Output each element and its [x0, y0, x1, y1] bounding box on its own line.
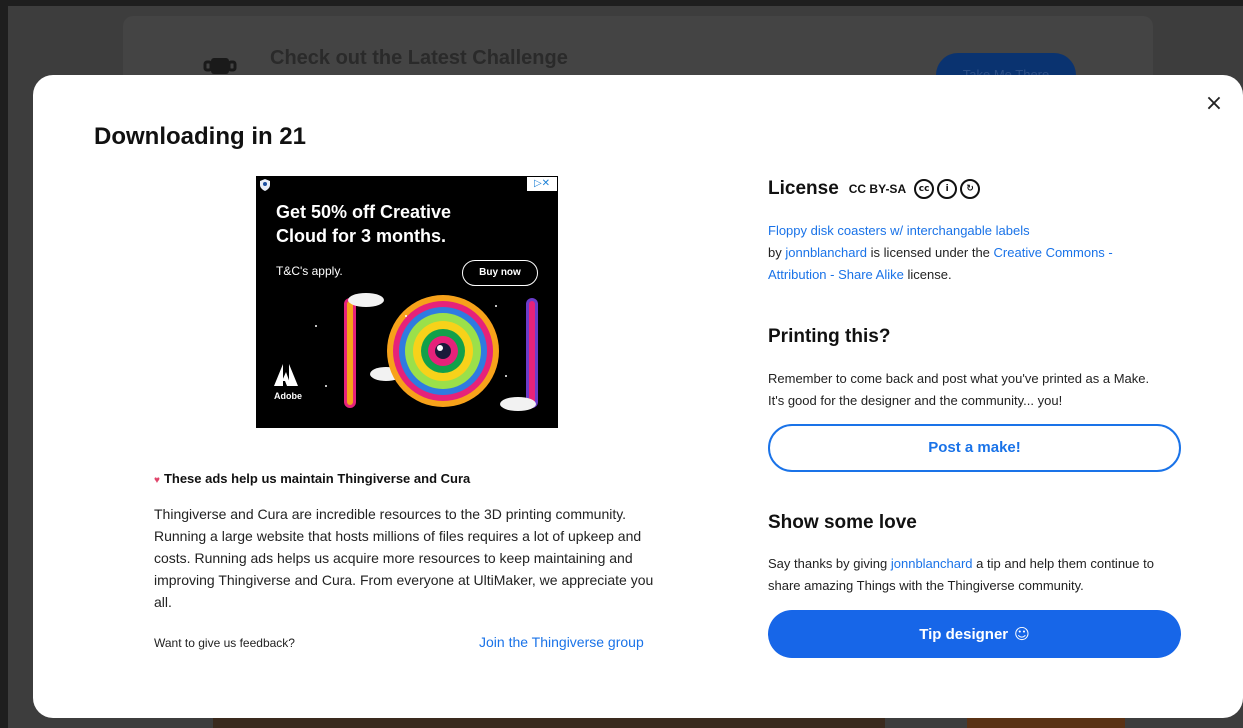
- show-some-love-text: Say thanks by giving jonnblanchard a tip…: [768, 556, 1154, 593]
- license-heading: License CC BY-SA cc i ↻: [768, 178, 981, 200]
- ad-headline: Get 50% off Creative Cloud for 3 months.: [276, 202, 452, 246]
- trophy-icon: [203, 58, 237, 74]
- ad-wheel-artwork: [256, 286, 558, 428]
- feedback-label: Want to give us feedback?: [154, 636, 295, 650]
- author-link[interactable]: jonnblanchard: [785, 245, 867, 260]
- tip-designer-label: Tip designer: [919, 626, 1009, 643]
- close-icon[interactable]: ×: [1203, 93, 1225, 115]
- license-code: CC BY-SA: [848, 182, 907, 196]
- ads-help-body: Thingiverse and Cura are incredible reso…: [154, 506, 654, 610]
- background-topbar: [0, 0, 1243, 6]
- show-some-love-title: Show some love: [768, 512, 917, 533]
- cc-icon: cc: [914, 179, 935, 199]
- printing-title: Printing this?: [768, 326, 891, 347]
- ads-help-heading: ♥ These ads help us maintain Thingiverse …: [154, 471, 471, 486]
- ad-terms: T&C's apply.: [276, 264, 343, 278]
- ad-brand-label: Adobe: [274, 391, 302, 401]
- tip-designer-button[interactable]: Tip designer ☺: [768, 610, 1181, 658]
- smile-icon: ☺: [1014, 625, 1030, 643]
- ad-buy-now-button[interactable]: Buy now: [462, 260, 538, 286]
- background-left-strip: [0, 0, 8, 728]
- heart-icon: ♥: [154, 475, 160, 486]
- background-thumbnail: [213, 718, 885, 728]
- thing-link[interactable]: Floppy disk coasters w/ interchangable l…: [768, 223, 1030, 238]
- license-title: License: [768, 178, 839, 199]
- join-thingiverse-group-link[interactable]: Join the Thingiverse group: [479, 634, 644, 650]
- printing-text: Remember to come back and post what you'…: [768, 371, 1150, 408]
- share-alike-icon: ↻: [960, 179, 981, 199]
- ad-choices-icon[interactable]: ▷✕: [527, 177, 557, 191]
- advertisement[interactable]: ▷✕ Get 50% off Creative Cloud for 3 mont…: [256, 176, 558, 428]
- adobe-logo: Adobe: [274, 364, 304, 401]
- downloading-title: Downloading in 21: [94, 123, 307, 150]
- shield-icon: [260, 179, 270, 191]
- banner-title: Check out the Latest Challenge: [270, 47, 568, 69]
- author-link[interactable]: jonnblanchard: [891, 556, 973, 571]
- download-modal: × Downloading in 21 ▷✕ Get 50% off Creat…: [33, 75, 1243, 718]
- attribution-icon: i: [937, 179, 958, 199]
- license-text: Floppy disk coasters w/ interchangable l…: [768, 223, 1113, 282]
- background-thumbnail: [967, 718, 1125, 728]
- post-a-make-button[interactable]: Post a make!: [768, 424, 1181, 472]
